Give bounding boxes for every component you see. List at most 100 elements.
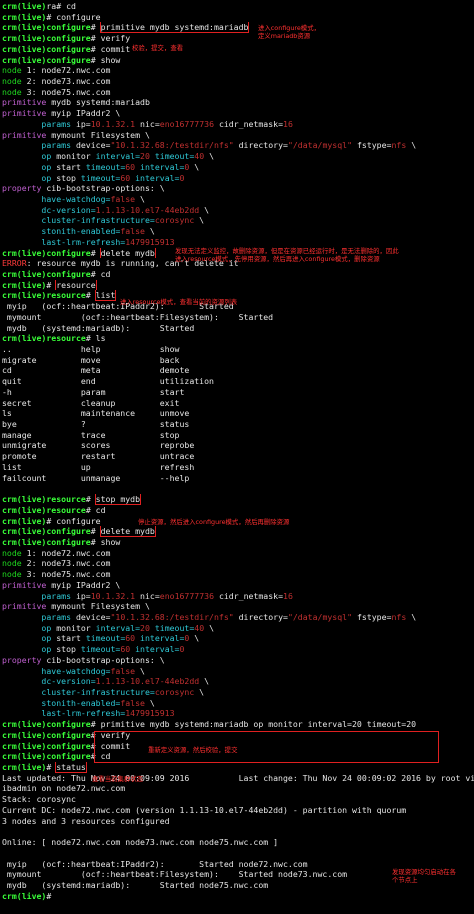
terminal-text: stop: [56, 172, 81, 183]
shell-prompt: crm(live)resource: [2, 290, 86, 301]
terminal-text: start: [56, 161, 86, 172]
terminal-line: params ip=10.1.32.1 nic=eno16777736 cidr…: [2, 591, 474, 602]
terminal-line: mydb (systemd:mariadb): Started: [2, 323, 474, 334]
terminal-text: interval=: [130, 644, 180, 655]
terminal-line: property cib-bootstrap-options: \: [2, 183, 474, 194]
terminal-text: timeout=: [80, 644, 121, 655]
terminal-text: 40: [194, 622, 205, 633]
terminal-text: 3 nodes and 3 resources configured: [2, 815, 170, 826]
shell-prompt: crm(live): [2, 762, 47, 773]
terminal-text: # primitive mydb systemd:mariadb op moni…: [90, 719, 417, 730]
terminal-text: stonith-enabled=: [2, 226, 121, 237]
terminal-text: 0: [179, 172, 185, 183]
terminal-text: primitive: [2, 108, 52, 119]
terminal-text: cidr_netmask=: [214, 590, 284, 601]
terminal-text: 1479915913: [125, 708, 175, 719]
shell-prompt: crm(live)configure: [2, 268, 91, 279]
terminal-line: crm(live)# status: [2, 762, 474, 773]
terminal-text: nic=: [135, 118, 160, 129]
terminal-line: crm(live)configure# show: [2, 537, 474, 548]
terminal-text: op: [2, 151, 57, 162]
terminal-text: primitive: [2, 129, 52, 140]
terminal-text: nic=: [135, 590, 160, 601]
terminal-line: crm(live)resource# ls: [2, 333, 474, 344]
terminal-line: node 1: node72.nwc.com: [2, 548, 474, 559]
shell-prompt: crm(live)configure: [2, 740, 91, 751]
terminal-line: crm(live)# configure: [2, 12, 474, 23]
terminal-text: \: [144, 226, 155, 237]
terminal-text: # show: [90, 54, 121, 65]
highlighted-command: delete mydb: [99, 247, 156, 259]
terminal-text: cd: [66, 1, 76, 11]
terminal-text: 1: node72.nwc.com: [26, 65, 111, 76]
terminal-line: 3 nodes and 3 resources configured: [2, 816, 474, 827]
terminal-line: crm(live)configure# verify: [2, 33, 474, 44]
terminal-text: ip=: [75, 590, 91, 601]
terminal-line: crm(live)configure# show: [2, 55, 474, 66]
terminal-text: \: [406, 140, 417, 151]
terminal-text: monitor: [56, 622, 96, 633]
terminal-text: \: [135, 665, 145, 676]
terminal-text: cidr_netmask=: [214, 118, 284, 129]
terminal-text: interval=: [135, 633, 185, 644]
terminal-text: 20: [140, 151, 150, 162]
highlighted-command: list: [94, 290, 117, 302]
terminal-text: mydb systemd:mariadb: [51, 97, 150, 108]
terminal-text: # configure: [46, 515, 101, 526]
terminal-line: list up refresh: [2, 462, 474, 473]
terminal-text: timeout=: [80, 172, 121, 183]
shell-prompt: crm(live)configure: [2, 526, 91, 537]
highlighted-command: status: [55, 762, 87, 773]
terminal-line: -h param start: [2, 387, 474, 398]
terminal-line: node 1: node72.nwc.com: [2, 65, 474, 76]
terminal-text: 60: [125, 161, 136, 172]
terminal-text: dc-version=: [2, 676, 96, 687]
terminal-text: \: [135, 193, 145, 204]
terminal-text: promote restart untrace: [2, 451, 195, 462]
terminal-text: #: [46, 890, 57, 901]
terminal-text: node: [2, 86, 27, 97]
terminal-text: Online: [ node72.nwc.com node73.nwc.com …: [2, 837, 279, 848]
terminal-text: mymount (ocf::heartbeat:Filesystem): Sta…: [2, 869, 348, 880]
terminal-text: params: [2, 140, 76, 151]
terminal-text: ip=: [75, 118, 91, 129]
terminal-text: \: [204, 151, 214, 162]
terminal-window[interactable]: crm(live)ra# cd crm(live)# configure crm(l…: [0, 0, 474, 914]
terminal-text: #: [90, 22, 101, 33]
terminal-text: ls maintenance unmove: [2, 408, 190, 419]
terminal-text: corosync: [154, 215, 195, 226]
terminal-text: myip IPaddr2 \: [51, 579, 121, 590]
terminal-line: last-lrm-refresh=1479915913: [2, 237, 474, 248]
terminal-line: ls maintenance unmove: [2, 408, 474, 419]
shell-prompt: crm(live): [2, 279, 47, 290]
shell-prompt: crm(live): [2, 890, 47, 901]
terminal-text: 3: node75.nwc.com: [26, 86, 111, 97]
terminal-text: migrate move back: [2, 354, 180, 365]
terminal-text: directory=: [233, 611, 288, 622]
annotation-status: 查看当前集群状态: [92, 775, 144, 783]
terminal-text: unmigrate scores reprobe: [2, 440, 195, 451]
highlighted-command: primitive mydb systemd:mariadb: [99, 22, 250, 34]
terminal-text: 60: [120, 644, 131, 655]
terminal-text: op: [2, 622, 57, 633]
terminal-line: crm(live)#: [2, 891, 474, 902]
terminal-text: "10.1.32.68:/testdir/nfs": [110, 140, 234, 151]
terminal-text: -h param start: [2, 386, 185, 397]
terminal-line: last-lrm-refresh=1479915913: [2, 708, 474, 719]
terminal-line: op start timeout=60 interval=0 \: [2, 633, 474, 644]
terminal-text: 60: [120, 172, 131, 183]
terminal-text: primitive: [2, 601, 52, 612]
terminal-line: cluster-infrastructure=corosync \: [2, 687, 474, 698]
terminal-text: mymount Filesystem \: [51, 129, 150, 140]
terminal-line: cluster-infrastructure=corosync \: [2, 215, 474, 226]
terminal-line: crm(live)configure# delete mydb: [2, 526, 474, 537]
terminal-text: myip IPaddr2 \: [51, 108, 121, 119]
terminal-text: start: [56, 633, 86, 644]
terminal-text: \: [189, 633, 200, 644]
terminal-text: cluster-infrastructure=: [2, 687, 155, 697]
terminal-line: node 3: node75.nwc.com: [2, 569, 474, 580]
terminal-text: \: [406, 611, 417, 622]
shell-prompt: crm(live)configure: [2, 54, 91, 65]
